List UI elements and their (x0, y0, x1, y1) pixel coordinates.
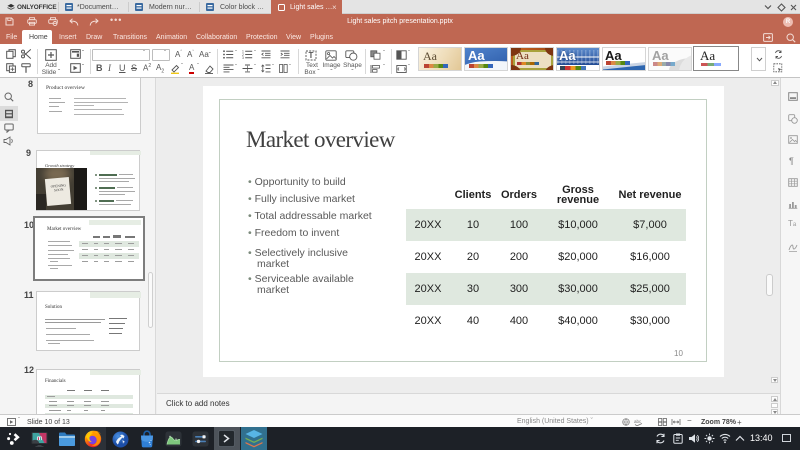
svg-text:abc: abc (634, 419, 642, 424)
svg-text:3: 3 (242, 56, 244, 59)
svg-text:T: T (309, 51, 314, 60)
